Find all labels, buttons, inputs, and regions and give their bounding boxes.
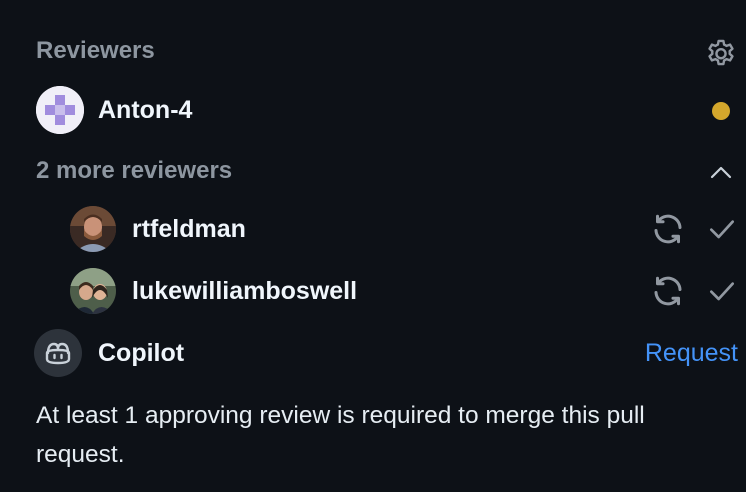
reviewer-name[interactable]: Copilot xyxy=(98,338,184,368)
reviewer-row-copilot: Copilot xyxy=(0,329,746,377)
pending-status-dot xyxy=(712,102,730,120)
chevron-up-icon[interactable] xyxy=(706,160,736,184)
reviewer-name[interactable]: lukewilliamboswell xyxy=(132,276,357,306)
user-avatar[interactable] xyxy=(70,206,116,252)
gear-icon[interactable] xyxy=(704,36,738,70)
reviewers-panel: Reviewers Anton-4 2 more reviewers rtfel… xyxy=(0,0,746,492)
reviewer-row-lukewilliamboswell: lukewilliamboswell xyxy=(0,267,746,315)
check-icon xyxy=(710,282,734,301)
more-reviewers-toggle[interactable]: 2 more reviewers xyxy=(36,156,232,186)
identicon-avatar[interactable] xyxy=(36,86,84,134)
user-avatar[interactable] xyxy=(70,268,116,314)
copilot-icon[interactable] xyxy=(34,329,82,377)
reviewer-row-anton: Anton-4 xyxy=(0,86,746,134)
reviewer-name[interactable]: rtfeldman xyxy=(132,214,246,244)
merge-requirement-note: At least 1 approving review is required … xyxy=(36,402,645,468)
request-review-button[interactable]: Request xyxy=(645,338,738,368)
reviewer-name[interactable]: Anton-4 xyxy=(98,95,192,125)
reviewers-heading: Reviewers xyxy=(36,37,155,64)
check-icon xyxy=(710,220,734,239)
reviewer-row-rtfeldman: rtfeldman xyxy=(0,205,746,253)
sync-icon[interactable] xyxy=(650,211,686,247)
sync-icon[interactable] xyxy=(650,273,686,309)
